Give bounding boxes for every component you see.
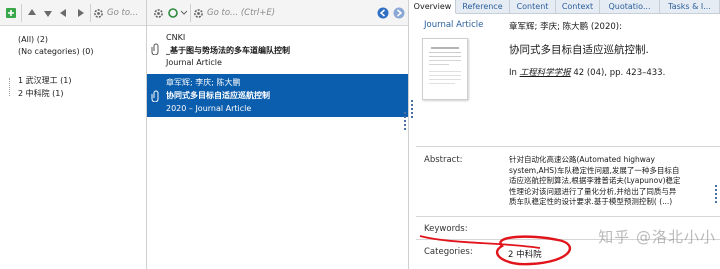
reference-search[interactable]: Go to... (Ctrl+E)	[193, 6, 373, 20]
category-all[interactable]: (All) (2)	[18, 35, 48, 44]
arrow-right-icon	[78, 9, 84, 17]
add-category-button[interactable]	[3, 5, 19, 21]
reference-row-1[interactable]: CNKI _基于图与势场法的多车道编队控制 Journal Article	[147, 30, 408, 72]
pane-splitter-handle[interactable]	[404, 112, 407, 132]
categories-toolbar: Go to...	[0, 0, 146, 26]
reference-toolbar: Go to... (Ctrl+E)	[147, 0, 408, 26]
categories-search-input[interactable]: Go to...	[107, 8, 138, 18]
back-button[interactable]	[375, 5, 391, 21]
category-item-2[interactable]: 2 中科院 (1)	[18, 88, 64, 99]
category-item-1[interactable]: 1 武汉理工 (1)	[18, 75, 72, 86]
gear-icon	[153, 8, 163, 18]
reference-row-2-selected[interactable]: 章军辉; 李庆; 陈大鹏 协同式多目标自适应巡航控制 2020 – Journa…	[147, 74, 408, 117]
reference-authors: 章军辉; 李庆; 陈大鹏	[166, 78, 241, 87]
add-icon	[6, 8, 16, 18]
reference-settings-button[interactable]	[150, 5, 166, 21]
move-up-button[interactable]	[24, 5, 40, 21]
reference-year-type: 2020 – Journal Article	[166, 104, 252, 113]
reference-source: CNKI	[166, 33, 186, 42]
category-none[interactable]: (No categories) (0)	[18, 47, 93, 56]
attachment-icon	[151, 43, 159, 55]
details-splitter-handle[interactable]	[411, 100, 414, 120]
reference-title: _基于图与势场法的多车道编队控制	[166, 46, 290, 55]
arrow-up-icon	[28, 9, 36, 15]
back-icon	[377, 7, 389, 19]
arrow-left-icon	[60, 9, 66, 17]
move-right-button[interactable]	[72, 5, 88, 21]
forward-icon	[393, 7, 405, 19]
categories-pane: Go to... (All) (2) (No categories) (0) 1…	[0, 0, 147, 269]
refresh-icon	[168, 8, 187, 18]
reference-search-input[interactable]: Go to... (Ctrl+E)	[207, 8, 275, 18]
move-left-button[interactable]	[56, 5, 72, 21]
reference-title: 协同式多目标自适应巡航控制	[166, 91, 270, 100]
refresh-dropdown-button[interactable]	[166, 5, 188, 21]
watermark: 知乎 @洛北小小	[598, 228, 716, 246]
right-splitter-handle[interactable]	[715, 185, 718, 205]
categories-search[interactable]: Go to...	[93, 6, 145, 20]
attachment-icon	[151, 90, 159, 102]
tree-connector	[9, 78, 16, 96]
arrow-down-icon	[44, 11, 52, 17]
move-down-button[interactable]	[40, 5, 56, 21]
forward-button[interactable]	[391, 5, 407, 21]
gear-icon	[194, 8, 203, 18]
reference-list-pane: Go to... (Ctrl+E) CNKI _基于图与势场法的多车道编队控制 …	[147, 0, 409, 269]
details-pane: Overview Reference Content Context Quota…	[410, 0, 720, 269]
reference-type: Journal Article	[166, 58, 222, 67]
gear-icon	[94, 8, 103, 18]
